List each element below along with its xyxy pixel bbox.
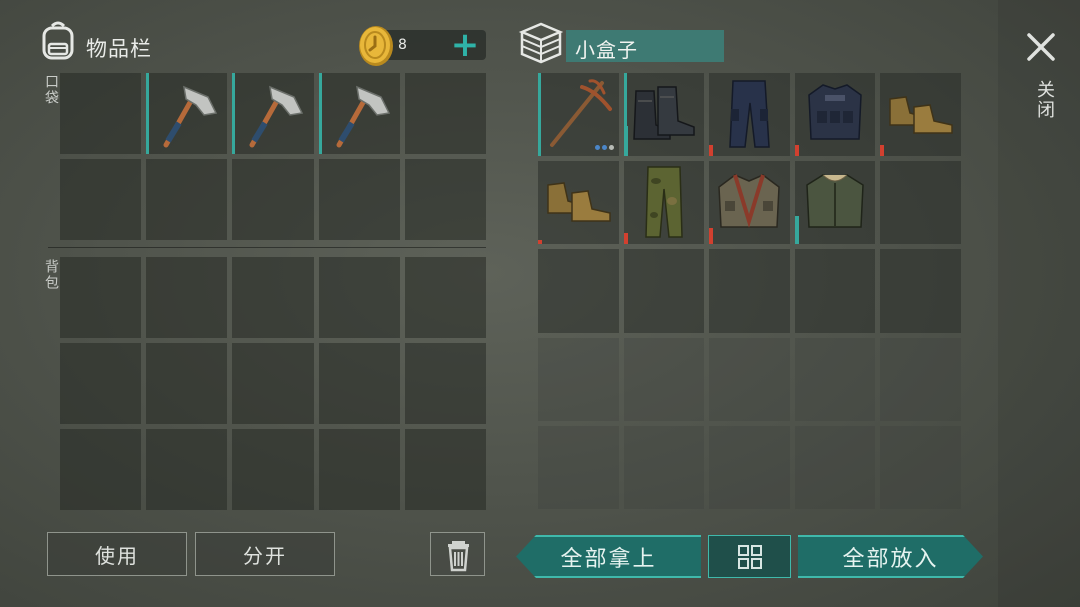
container-slot-leather-shoes[interactable]: [880, 73, 961, 157]
durability-bar: [794, 145, 799, 157]
tactical-pants-icon: [729, 80, 770, 148]
pocket-slot[interactable]: [404, 159, 486, 240]
container-slot-locked: [880, 425, 961, 509]
leather-shoes-icon: [889, 96, 954, 134]
trash-icon: [448, 541, 469, 572]
durability-bar: [794, 216, 799, 245]
container-slot-locked: [538, 337, 619, 421]
container-slot-tactical-vest[interactable]: [794, 73, 876, 157]
pickaxe-icon: [550, 79, 612, 147]
close-button[interactable]: [1024, 30, 1058, 64]
pocket-slot[interactable]: [318, 159, 400, 240]
container-slot[interactable]: [709, 249, 790, 333]
section-divider: [48, 247, 486, 248]
backpack-slot[interactable]: [404, 343, 486, 424]
trash-button[interactable]: [430, 532, 485, 576]
backpack-slot[interactable]: [232, 343, 314, 424]
container-slot-locked: [709, 337, 790, 421]
container-slot-survival-jacket[interactable]: [709, 161, 790, 245]
split-button[interactable]: 分开: [195, 532, 335, 576]
durability-bar: [880, 145, 885, 157]
close-label[interactable]: 关闭: [1031, 80, 1057, 120]
camo-pants-icon: [644, 166, 683, 238]
backpack-slot[interactable]: [60, 257, 142, 338]
backpack-slot[interactable]: [404, 257, 486, 338]
backpack-slot[interactable]: [146, 343, 228, 424]
container-slot[interactable]: [538, 249, 619, 333]
tactical-vest-icon: [808, 84, 862, 140]
hatchet-icon: [336, 85, 390, 148]
container-slot-camo-pants[interactable]: [623, 161, 705, 245]
add-coins-button[interactable]: +: [448, 28, 482, 62]
container-slot[interactable]: [880, 249, 961, 333]
pocket-grid: [60, 73, 486, 240]
pocket-slot[interactable]: [60, 159, 142, 240]
backpack-slot[interactable]: [232, 429, 314, 510]
coin-amount: 8: [398, 37, 407, 53]
durability-bar: [709, 145, 714, 157]
backpack-slot[interactable]: [146, 429, 228, 510]
boots-icon: [632, 86, 695, 140]
sort-button[interactable]: [708, 535, 791, 578]
container-slot-locked: [794, 425, 876, 509]
container-slot-locked: [623, 337, 705, 421]
box-icon: [518, 20, 564, 66]
backpack-slot[interactable]: [232, 257, 314, 338]
durability-bar: [538, 240, 542, 245]
pocket-slot[interactable]: [232, 159, 314, 240]
coin-icon: [356, 24, 396, 68]
container-slot-bomber-jacket[interactable]: [794, 161, 876, 245]
take-all-button[interactable]: 全部拿上: [516, 535, 701, 578]
backpack-slot[interactable]: [318, 257, 400, 338]
pocket-slot[interactable]: [146, 159, 228, 240]
put-all-button[interactable]: 全部放入: [798, 535, 983, 578]
backpack-label: 背包: [43, 259, 59, 291]
hatchet-icon: [163, 85, 218, 148]
durability-bar: [623, 126, 628, 157]
durability-bar: [623, 233, 628, 245]
durability-bar: [709, 228, 714, 245]
container-slot-pickaxe[interactable]: [538, 73, 619, 157]
grid-icon: [738, 545, 762, 569]
backpack-slot[interactable]: [60, 429, 142, 510]
backpack-slot[interactable]: [60, 343, 142, 424]
pocket-slot[interactable]: [404, 73, 486, 154]
backpack-slot[interactable]: [318, 429, 400, 510]
backpack-slot[interactable]: [146, 257, 228, 338]
survival-jacket-icon: [718, 174, 780, 229]
pocket-label: 口袋: [43, 74, 59, 106]
close-icon: [1027, 33, 1055, 61]
container-name-field[interactable]: 小盒子: [566, 30, 724, 62]
quality-dots: [594, 145, 614, 151]
container-grid: [538, 73, 961, 509]
container-slot-locked: [709, 425, 790, 509]
use-button[interactable]: 使用: [47, 532, 187, 576]
backpack-slot[interactable]: [404, 429, 486, 510]
backpack-slot[interactable]: [318, 343, 400, 424]
container-slot[interactable]: [794, 249, 876, 333]
backpack-icon: [38, 20, 78, 62]
backpack-grid: [60, 257, 486, 510]
bomber-jacket-icon: [806, 174, 864, 228]
container-slot-locked: [880, 337, 961, 421]
container-slot-leather-shoes[interactable]: [538, 161, 619, 245]
container-slot-locked: [794, 337, 876, 421]
container-slot-locked: [538, 425, 619, 509]
container-slot-tactical-pants[interactable]: [709, 73, 790, 157]
pocket-slot[interactable]: [60, 73, 142, 154]
container-slot-boots[interactable]: [623, 73, 705, 157]
pocket-slot-hatchet[interactable]: [318, 73, 400, 154]
container-slot[interactable]: [880, 161, 961, 245]
hatchet-icon: [249, 85, 304, 148]
pocket-slot-hatchet[interactable]: [232, 73, 314, 154]
pocket-slot-hatchet[interactable]: [146, 73, 228, 154]
inventory-title: 物品栏: [86, 37, 152, 61]
container-slot[interactable]: [623, 249, 705, 333]
container-slot-locked: [623, 425, 705, 509]
leather-shoes-icon: [547, 182, 611, 222]
